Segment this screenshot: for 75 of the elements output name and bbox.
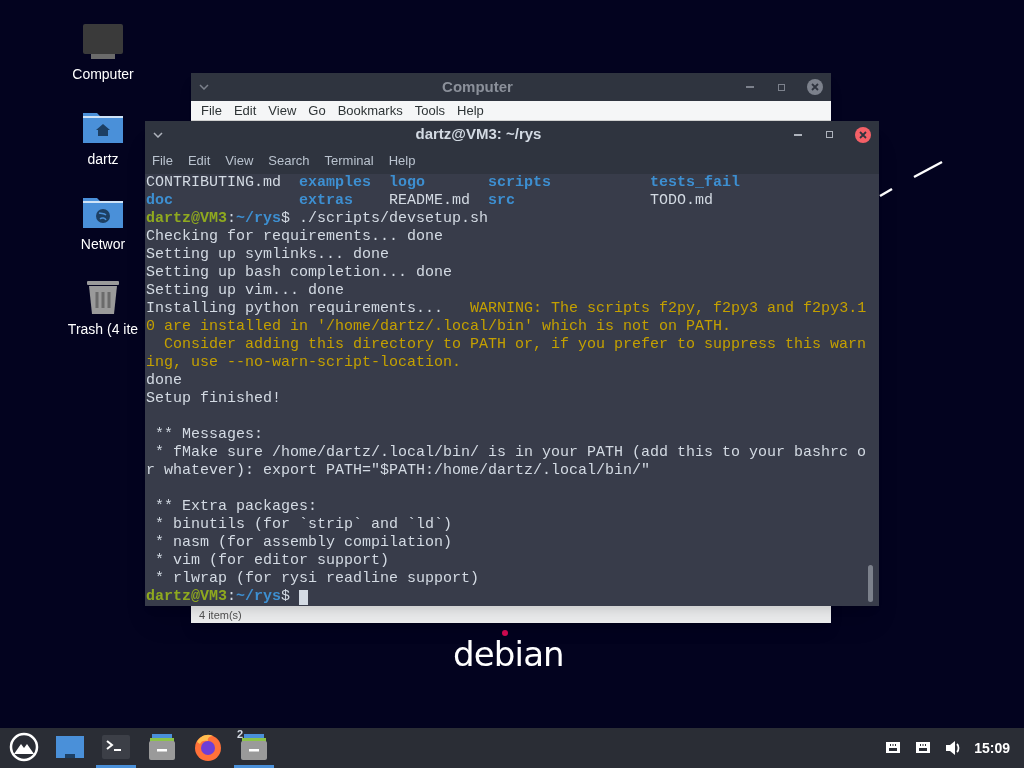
- warning-text: 0 are installed in '/home/dartz/.local/bin' which is not on PATH.: [146, 318, 732, 336]
- chevron-icon[interactable]: [153, 131, 163, 138]
- chevron-icon[interactable]: [199, 84, 209, 90]
- taskbar-button[interactable]: 2: [234, 728, 274, 768]
- debian-logo: debian: [453, 636, 564, 668]
- menu-item[interactable]: Go: [308, 100, 326, 121]
- directory-name: logo: [389, 174, 425, 191]
- terminal-text: ** Messages:: [154, 426, 264, 444]
- terminal-text: :: [227, 210, 237, 228]
- warning-text: ing, use --no-warn-script-location.: [146, 354, 462, 372]
- close-icon[interactable]: [855, 126, 871, 143]
- terminal-text: Checking for requirements... done: [146, 228, 444, 246]
- prompt-path: ~/rys: [236, 588, 282, 606]
- file-cabinet-icon: [239, 731, 269, 762]
- menu-item[interactable]: Help: [457, 100, 484, 121]
- wallpaper-line-drawing: [878, 160, 944, 198]
- close-icon[interactable]: [807, 79, 823, 95]
- file-name: TODO.md: [650, 192, 713, 209]
- status-text: 4 item(s): [199, 607, 242, 623]
- menu-item[interactable]: Edit: [233, 100, 257, 121]
- desktop-icon-label[interactable]: Trash (4 ite: [67, 319, 139, 340]
- prompt-path: ~/rys: [236, 210, 282, 228]
- menu-item[interactable]: Edit: [187, 151, 211, 171]
- terminal-text: Setting up symlinks... done: [146, 246, 390, 264]
- menu-item[interactable]: Terminal: [324, 151, 374, 171]
- desktop-icon-label[interactable]: dartz: [87, 149, 119, 170]
- directory-name: doc: [146, 192, 173, 209]
- menu-item[interactable]: File: [201, 100, 222, 121]
- terminal-text: Setting up bash completion... done: [146, 264, 453, 282]
- menu-item[interactable]: Search: [268, 151, 310, 171]
- prompt-user: dartz@VM3: [146, 210, 227, 228]
- menu-item[interactable]: View: [268, 100, 297, 121]
- file-cabinet-icon: [147, 731, 177, 762]
- terminal-text: * vim (for editor support): [154, 552, 390, 570]
- directory-name: examples: [299, 174, 371, 191]
- maximize-icon[interactable]: [826, 131, 833, 138]
- terminal-text: :: [227, 588, 237, 606]
- menu-item[interactable]: View: [225, 151, 254, 171]
- maximize-icon[interactable]: [778, 83, 785, 91]
- terminal-text: Setting up vim... done: [146, 282, 345, 300]
- terminal-text: done: [146, 372, 182, 390]
- warning-text: WARNING: The scripts f2py, f2py3 and f2py3.1: [469, 300, 867, 318]
- minimize-icon[interactable]: [794, 133, 802, 136]
- directory-name: src: [488, 192, 515, 209]
- directory-name: extras: [299, 192, 353, 209]
- terminal-text: $: [281, 588, 291, 606]
- text-cursor: [299, 590, 309, 605]
- window-title: dartz@VM3: ~/rys: [414, 124, 543, 145]
- launcher-icon: [9, 731, 39, 762]
- terminal-text: Setup finished!: [146, 390, 282, 408]
- terminal-text: $ ./scripts/devsetup.sh: [281, 210, 489, 228]
- menu-item[interactable]: Bookmarks: [337, 100, 403, 121]
- file-name: CONTRIBUTING.md: [146, 174, 282, 191]
- window-count: 2: [237, 727, 244, 742]
- terminal-text: * fMake sure /home/dartz/.local/bin/ is in your PATH (add this to your bashrc o: [154, 444, 867, 462]
- file-name: README.md: [389, 192, 470, 209]
- desktop-icon-label[interactable]: Networ: [80, 234, 126, 255]
- menu-item[interactable]: Tools: [414, 100, 446, 121]
- directory-name: scripts: [488, 174, 551, 191]
- terminal-text: r whatever): export PATH="$PATH:/home/dartz/.local/bin/": [146, 462, 651, 480]
- scrollbar-thumb[interactable]: [868, 565, 873, 602]
- clock[interactable]: 15:09: [974, 737, 1010, 759]
- menu-item[interactable]: Help: [388, 151, 416, 171]
- directory-name: tests_fail: [650, 174, 740, 191]
- window-title: Computer: [441, 76, 514, 97]
- terminal-text: * rlwrap (for rysi readline support): [154, 570, 480, 588]
- computer-icon[interactable]: [81, 22, 125, 60]
- terminal-text: Installing python requirements...: [146, 300, 444, 318]
- terminal-text: * binutils (for `strip` and `ld`): [154, 516, 453, 534]
- menu-item[interactable]: File: [152, 151, 173, 171]
- desktop-icon-label[interactable]: Computer: [72, 64, 134, 85]
- terminal-text: ** Extra packages:: [154, 498, 318, 516]
- prompt-user: dartz@VM3: [146, 588, 227, 606]
- terminal-text: * nasm (for assembly compilation): [154, 534, 453, 552]
- warning-text: Consider adding this directory to PATH or, if you prefer to suppress this warn: [163, 336, 867, 354]
